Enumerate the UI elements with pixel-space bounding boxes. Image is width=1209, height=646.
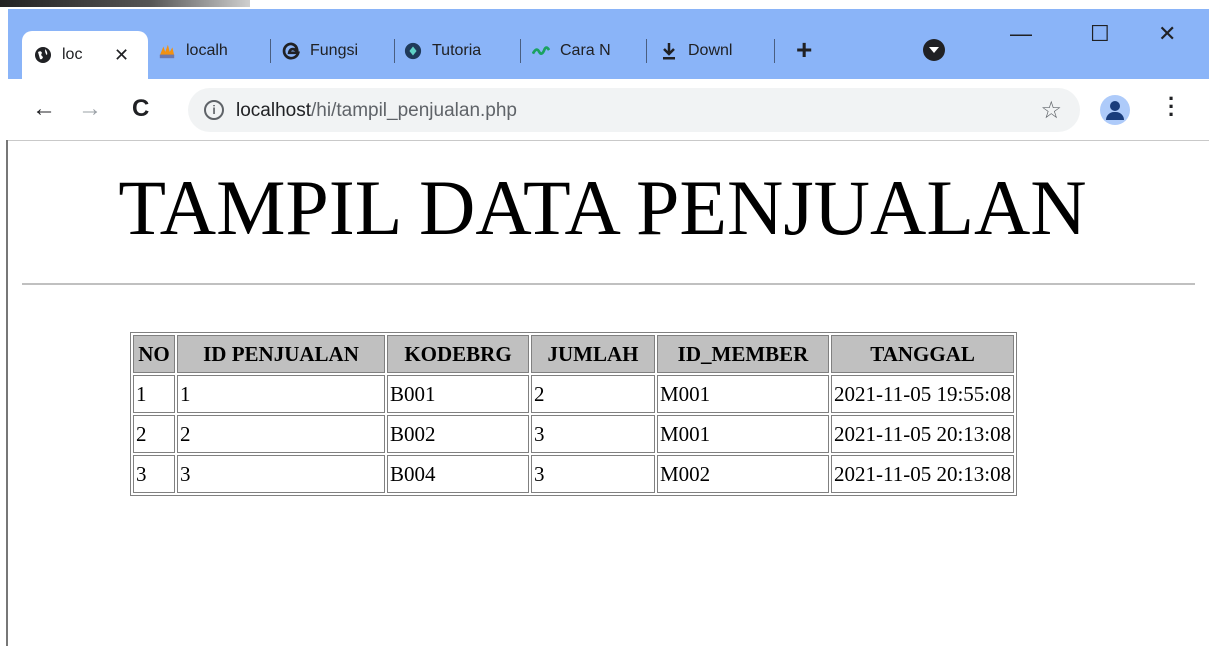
cell-jumlah: 2	[531, 375, 655, 413]
tab-localhost[interactable]: localh	[158, 31, 268, 71]
table-row: 3 3 B004 3 M002 2021-11-05 20:13:08	[133, 455, 1015, 493]
tab-separator	[774, 39, 775, 63]
bookmark-star-icon[interactable]: ☆	[1040, 96, 1062, 125]
tab-strip: loc ✕ localh Fungsi Tutoria Cara N Downl…	[8, 9, 1209, 79]
url-host: localhost	[236, 100, 311, 121]
tab-separator	[520, 39, 521, 63]
cell-id-penjualan: 1	[177, 375, 385, 413]
more-menu-icon[interactable]: · · ·	[1168, 88, 1175, 126]
shield-icon	[404, 42, 422, 60]
new-tab-button[interactable]: +	[796, 34, 812, 66]
cell-id-member: M002	[657, 455, 829, 493]
header-id-member: ID_MEMBER	[657, 335, 829, 373]
address-bar[interactable]: i localhost/hi/tampil_penjualan.php ☆	[188, 88, 1080, 132]
header-id-penjualan: ID PENJUALAN	[177, 335, 385, 373]
tab-label: Fungsi	[310, 42, 359, 59]
edge-icon	[282, 42, 300, 60]
tab-separator	[394, 39, 395, 63]
tab-label: Tutoria	[432, 42, 482, 59]
download-icon	[660, 42, 678, 60]
cell-id-penjualan: 3	[177, 455, 385, 493]
cell-tanggal: 2021-11-05 20:13:08	[831, 455, 1015, 493]
tab-search-icon[interactable]	[923, 39, 945, 61]
back-button[interactable]: ←	[32, 95, 56, 123]
cell-tanggal: 2021-11-05 19:55:08	[831, 375, 1015, 413]
url-text[interactable]: localhost/hi/tampil_penjualan.php	[236, 100, 517, 122]
table-header-row: NO ID PENJUALAN KODEBRG JUMLAH ID_MEMBER…	[133, 335, 1015, 373]
cell-kodebrg: B004	[387, 455, 529, 493]
page-title: TAMPIL DATA PENJUALAN	[118, 164, 1087, 251]
divider	[22, 283, 1195, 285]
cell-jumlah: 3	[531, 415, 655, 453]
cell-no: 3	[133, 455, 175, 493]
browser-toolbar: ← → C i localhost/hi/tampil_penjualan.ph…	[8, 79, 1209, 141]
table-row: 1 1 B001 2 M001 2021-11-05 19:55:08	[133, 375, 1015, 413]
phpmyadmin-icon	[158, 42, 176, 60]
header-kodebrg: KODEBRG	[387, 335, 529, 373]
tab-label: Cara N	[560, 42, 610, 59]
window-edge	[0, 140, 8, 646]
forward-button[interactable]: →	[78, 95, 102, 123]
top-strip	[0, 0, 1209, 9]
globe-icon	[34, 46, 52, 64]
table-row: 2 2 B002 3 M001 2021-11-05 20:13:08	[133, 415, 1015, 453]
reload-button[interactable]: C	[132, 95, 149, 123]
cell-tanggal: 2021-11-05 20:13:08	[831, 415, 1015, 453]
cell-id-penjualan: 2	[177, 415, 385, 453]
maximize-button[interactable]: ☐	[1090, 21, 1110, 47]
cell-id-member: M001	[657, 415, 829, 453]
tab-label: loc	[62, 46, 83, 63]
browser-chrome: loc ✕ localh Fungsi Tutoria Cara N Downl…	[8, 9, 1209, 141]
tab-label: Downl	[688, 42, 733, 59]
info-icon[interactable]: i	[204, 100, 224, 120]
cell-id-member: M001	[657, 375, 829, 413]
tab-label: localh	[186, 42, 228, 59]
tab-active[interactable]: loc ✕	[22, 31, 148, 79]
url-path: /hi/tampil_penjualan.php	[311, 100, 517, 121]
tab-download[interactable]: Downl	[660, 31, 770, 71]
cell-no: 2	[133, 415, 175, 453]
cell-jumlah: 3	[531, 455, 655, 493]
close-icon[interactable]: ✕	[114, 45, 129, 66]
cell-no: 1	[133, 375, 175, 413]
tab-fungsi[interactable]: Fungsi	[282, 31, 392, 71]
tab-cara[interactable]: Cara N	[532, 31, 642, 71]
wave-icon	[532, 42, 550, 60]
tab-separator	[646, 39, 647, 63]
window-close-button[interactable]: ✕	[1158, 21, 1176, 47]
tab-separator	[270, 39, 271, 63]
header-tanggal: TANGGAL	[831, 335, 1015, 373]
cell-kodebrg: B001	[387, 375, 529, 413]
minimize-button[interactable]: —	[1010, 21, 1032, 47]
profile-avatar-icon[interactable]	[1100, 95, 1130, 125]
page-content: TAMPIL DATA PENJUALAN NO ID PENJUALAN KO…	[10, 141, 1209, 646]
cell-kodebrg: B002	[387, 415, 529, 453]
header-jumlah: JUMLAH	[531, 335, 655, 373]
sales-table: NO ID PENJUALAN KODEBRG JUMLAH ID_MEMBER…	[130, 332, 1018, 496]
header-no: NO	[133, 335, 175, 373]
background-fragment	[0, 0, 250, 7]
tab-tutorial[interactable]: Tutoria	[404, 31, 520, 71]
